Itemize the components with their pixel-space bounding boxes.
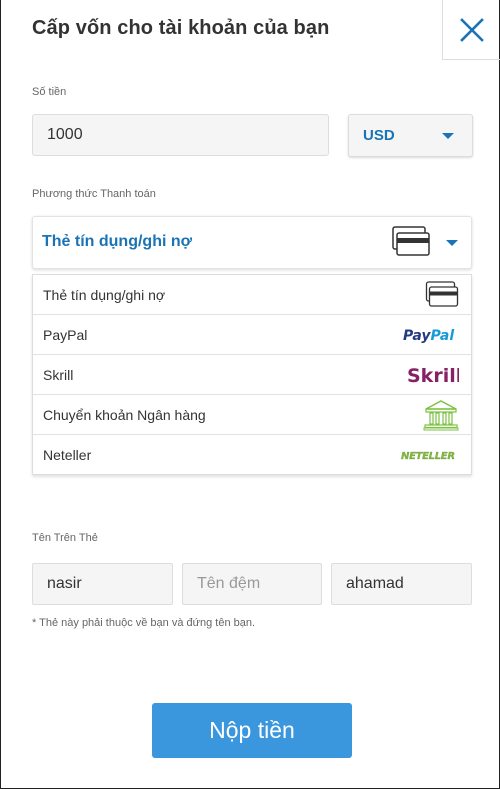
skrill-logo: Skrill [407,355,459,395]
payment-option-neteller[interactable]: Neteller NETELLER NETELLER [33,435,471,475]
payment-option-label: Skrill [43,367,74,383]
svg-text:PayPal: PayPal [403,328,454,344]
payment-method-select[interactable]: Thẻ tín dụng/ghi nợ [32,216,472,269]
currency-select[interactable]: USD [348,114,473,157]
card-ownership-note: * Thẻ này phải thuộc về bạn và đứng tên … [32,617,256,629]
svg-text:Skrill: Skrill [407,365,459,386]
payment-option-paypal[interactable]: PayPal PayPal [33,315,471,355]
payment-method-value: Thẻ tín dụng/ghi nợ [42,233,193,250]
payment-option-card[interactable]: Thẻ tín dụng/ghi nợ [33,275,471,315]
neteller-logo: NETELLER NETELLER [401,435,459,475]
middle-name-field[interactable] [182,563,322,605]
chevron-down-icon [442,133,454,139]
dialog-header: Cấp vốn cho tài khoản của bạn [1,0,500,60]
amount-label: Số tiền [32,86,67,98]
bank-icon [423,400,459,431]
credit-card-icon [392,226,430,256]
payment-option-bank[interactable]: Chuyển khoản Ngân hàng [33,395,471,435]
payment-option-label: PayPal [43,327,88,343]
chevron-down-icon [446,240,458,246]
first-name-field[interactable] [32,563,173,605]
deposit-dialog: Cấp vốn cho tài khoản của bạn Số tiền US… [0,0,500,789]
close-button[interactable] [442,0,500,60]
payment-option-label: Neteller [43,447,92,463]
payment-option-label: Thẻ tín dụng/ghi nợ [43,287,166,303]
amount-input[interactable] [32,114,329,156]
paypal-logo: PayPal [403,315,459,355]
payment-option-skrill[interactable]: Skrill Skrill [33,355,471,395]
svg-text:NETELLER: NETELLER [401,451,455,462]
dialog-title: Cấp vốn cho tài khoản của bạn [32,17,330,39]
currency-value: USD [363,127,395,144]
credit-card-icon [425,281,459,307]
payment-method-dropdown: Thẻ tín dụng/ghi nợ PayPal PayPal Skrill [32,274,472,475]
card-name-label: Tên Trên Thẻ [32,532,98,544]
deposit-button[interactable]: Nộp tiền [152,703,352,758]
close-icon [459,17,484,42]
payment-method-label: Phương thức Thanh toán [32,188,156,200]
last-name-field[interactable] [331,563,472,605]
payment-option-label: Chuyển khoản Ngân hàng [43,407,206,423]
